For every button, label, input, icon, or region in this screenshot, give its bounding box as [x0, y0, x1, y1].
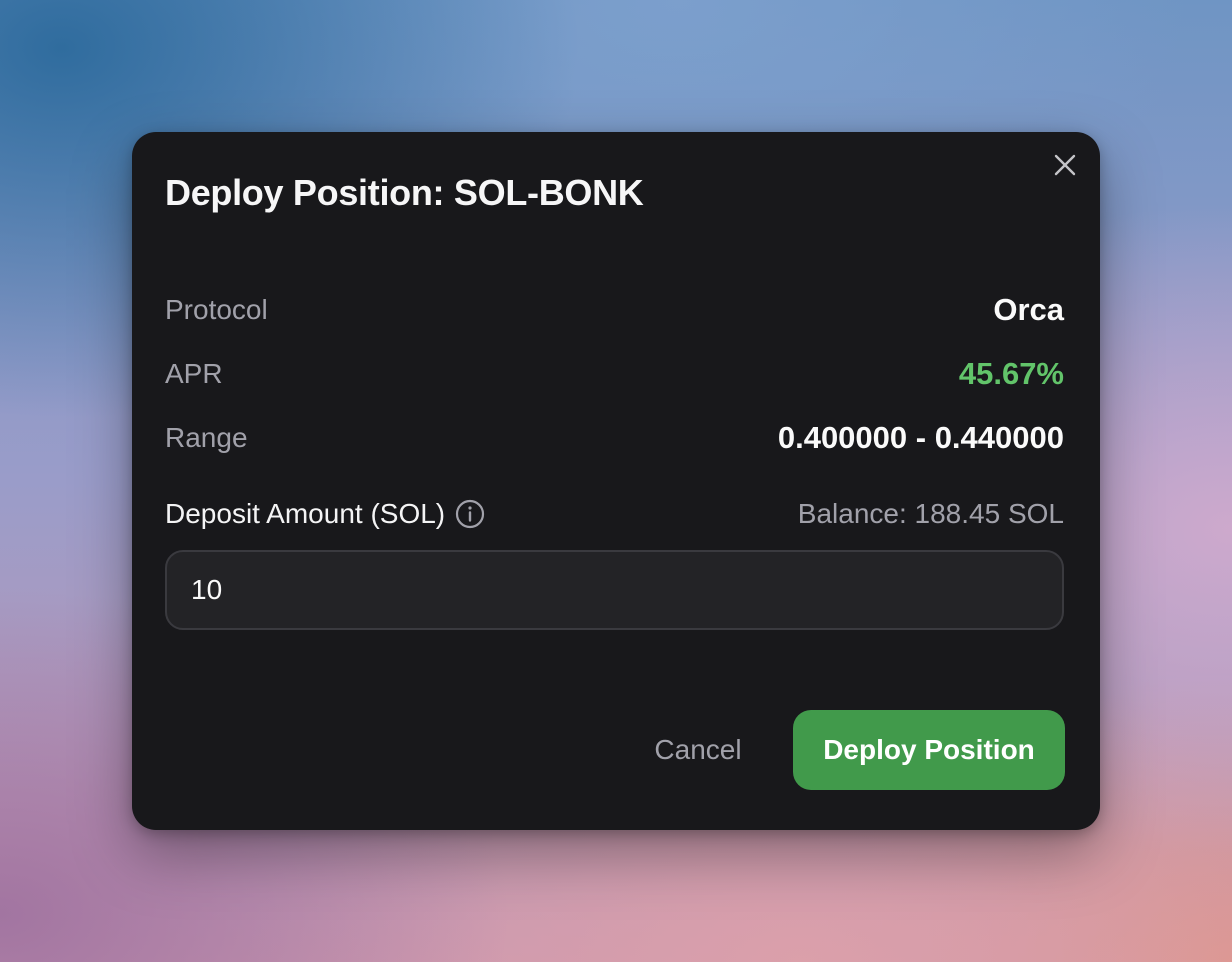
range-row: Range 0.400000 - 0.440000	[165, 418, 1064, 458]
apr-row: APR 45.67%	[165, 354, 1064, 394]
protocol-row: Protocol Orca	[165, 290, 1064, 330]
dialog-title: Deploy Position: SOL-BONK	[165, 172, 644, 213]
protocol-value: Orca	[993, 292, 1064, 327]
deposit-header: Deposit Amount (SOL) Balance: 188.45 SOL	[165, 494, 1064, 534]
close-icon	[1054, 154, 1076, 176]
close-button[interactable]	[1052, 152, 1078, 178]
deposit-label-group: Deposit Amount (SOL)	[165, 498, 485, 530]
range-label: Range	[165, 422, 248, 453]
protocol-label: Protocol	[165, 294, 268, 325]
deposit-amount-input[interactable]	[165, 550, 1064, 630]
balance-text: Balance: 188.45 SOL	[797, 498, 1064, 529]
deposit-amount-label: Deposit Amount (SOL)	[165, 498, 446, 529]
apr-label: APR	[165, 358, 223, 389]
deploy-position-dialog: Deploy Position: SOL-BONK Protocol Orca …	[132, 132, 1100, 830]
range-value: 0.400000 - 0.440000	[777, 420, 1064, 455]
cancel-button[interactable]: Cancel	[628, 710, 768, 790]
info-icon[interactable]	[455, 499, 485, 529]
apr-value: 45.67%	[958, 356, 1064, 391]
deploy-position-button[interactable]: Deploy Position	[793, 710, 1065, 790]
